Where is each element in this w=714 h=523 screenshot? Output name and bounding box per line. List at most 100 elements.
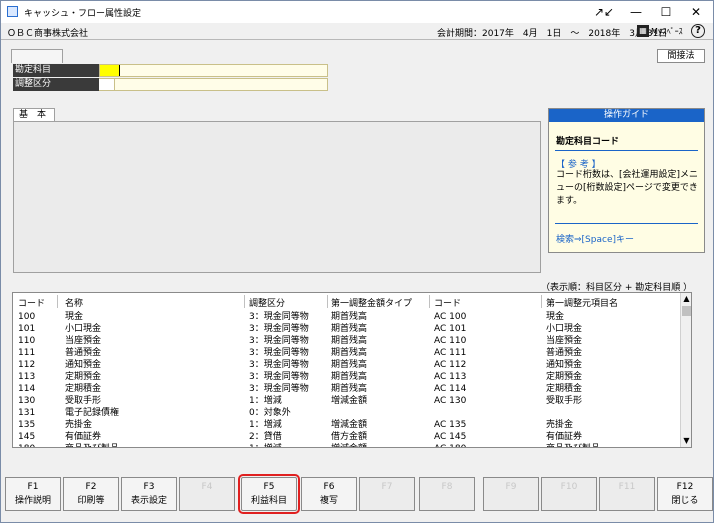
table-cell: AC 112 — [434, 360, 467, 370]
fkey-f6-button[interactable]: F6 複写 — [301, 477, 357, 511]
guide-title: 勘定科目コード — [556, 137, 620, 147]
table-cell: 期首残高 — [331, 348, 368, 358]
table-cell: 受取手形 — [65, 396, 102, 406]
column-divider — [57, 295, 58, 308]
table-cell: 増減金額 — [331, 420, 368, 430]
guide-description: コード桁数は、[会社運用設定]メニューの[桁数設定]ページで変更できます。 — [556, 170, 699, 206]
window-title: キャッシュ・フロー属性設定 — [24, 9, 142, 19]
table-cell: 1：増減 — [249, 420, 282, 430]
title-bar: キャッシュ・フロー属性設定 ↗↙ — ☐ ✕ — [1, 1, 713, 23]
adjust-field[interactable] — [99, 78, 328, 91]
column-header[interactable]: 調整区分 — [249, 296, 285, 309]
table-cell: 増減金額 — [331, 396, 368, 406]
table-row[interactable]: 114 定期積金 3：現金同等物 期首残高 AC 114 定期積金 — [13, 383, 681, 395]
fkey-f5-button[interactable]: F5 利益科目 — [238, 474, 300, 514]
table-row[interactable]: 131 電子記録債権 0：対象外 — [13, 407, 681, 419]
table-cell: 小口現金 — [65, 324, 102, 334]
column-header[interactable]: コード — [434, 296, 461, 309]
table-cell: 期首残高 — [331, 372, 368, 382]
table-cell: AC 145 — [434, 432, 467, 442]
vertical-scrollbar[interactable]: ▲ ▼ — [680, 293, 691, 447]
myspace-link[interactable]: Myｽﾍﾟｰｽ — [651, 26, 683, 37]
scroll-thumb[interactable] — [682, 306, 691, 316]
table-cell: 3：現金同等物 — [249, 384, 309, 394]
minimize-button[interactable]: — — [621, 1, 651, 23]
table-cell: 電子記録債権 — [65, 408, 120, 418]
table-cell: 増減金額 — [331, 443, 367, 447]
fkey-f12-button[interactable]: F12 閉じる — [657, 477, 713, 511]
guide-header: 操作ガイド — [549, 109, 704, 122]
table-row[interactable]: 130 受取手形 1：増減 増減金額 AC 130 受取手形 — [13, 395, 681, 407]
scroll-up-icon[interactable]: ▲ — [681, 293, 691, 305]
table-row[interactable]: 145 有価証券 2：貸借 借方金額 AC 145 有価証券 — [13, 431, 681, 443]
indirect-method-button[interactable]: 間接法 — [657, 49, 705, 63]
function-key-bar: F1 操作説明 F2 印刷等 F3 表示設定 F4 F5 利益科目 F6 複写 F7 F8 F9 F10 F1… — [5, 474, 713, 514]
fkey-key-label: F7 — [381, 482, 393, 492]
fkey-f1-button[interactable]: F1 操作説明 — [5, 477, 61, 511]
fkey-f11-button: F11 — [599, 477, 655, 511]
table-cell: 3：現金同等物 — [249, 312, 309, 322]
table-row[interactable]: 135 売掛金 1：増減 増減金額 AC 135 売掛金 — [13, 419, 681, 431]
fkey-f3-button[interactable]: F3 表示設定 — [121, 477, 177, 511]
close-button[interactable]: ✕ — [681, 1, 711, 23]
table-cell: 通知預金 — [546, 360, 583, 370]
table-cell: 小口現金 — [546, 324, 583, 334]
expand-icon[interactable]: ↗↙ — [589, 1, 619, 23]
fkey-key-label: F10 — [560, 482, 578, 492]
table-cell: 商品及び製品 — [65, 443, 119, 447]
table-row[interactable]: 111 普通預金 3：現金同等物 期首残高 AC 111 普通預金 — [13, 347, 681, 359]
account-table: コード 名称 調整区分 第一調整金額タイプ コード 第一調整元項目名 100 現金… — [12, 292, 692, 448]
fkey-action-label: 閉じる — [671, 496, 699, 506]
guide-divider — [555, 223, 698, 224]
table-cell: 3：現金同等物 — [249, 360, 309, 370]
table-row[interactable]: 180 商品及び製品 1：増減 増減金額 AC 180 商品及び製品 — [13, 443, 681, 447]
table-cell: 0：対象外 — [249, 408, 291, 418]
fkey-key-label: F4 — [201, 482, 213, 492]
fkey-key-label: F6 — [323, 482, 335, 492]
fkey-f2-button[interactable]: F2 印刷等 — [63, 477, 119, 511]
table-row[interactable]: 101 小口現金 3：現金同等物 期首残高 AC 101 小口現金 — [13, 323, 681, 335]
adjust-code-input[interactable] — [99, 79, 115, 90]
table-cell: 普通預金 — [546, 348, 583, 358]
basic-panel — [13, 121, 541, 273]
column-header[interactable]: コード — [18, 296, 45, 309]
table-cell: 定期積金 — [65, 384, 102, 394]
table-row[interactable]: 100 現金 3：現金同等物 期首残高 AC 100 現金 — [13, 311, 681, 323]
table-cell: 売掛金 — [546, 420, 574, 430]
table-cell: 現金 — [546, 312, 565, 322]
table-cell: 商品及び製品 — [546, 443, 600, 447]
table-cell: 131 — [18, 408, 36, 418]
account-code-input[interactable] — [100, 65, 120, 76]
help-icon[interactable]: ? — [691, 24, 705, 38]
column-header[interactable]: 名称 — [65, 296, 83, 309]
table-cell: 現金 — [65, 312, 84, 322]
fkey-key-label: F1 — [27, 482, 39, 492]
table-row[interactable]: 112 通知預金 3：現金同等物 期首残高 AC 112 通知預金 — [13, 359, 681, 371]
column-header[interactable]: 第一調整元項目名 — [546, 296, 618, 309]
maximize-button[interactable]: ☐ — [651, 1, 681, 23]
table-row[interactable]: 113 定期預金 3：現金同等物 期首残高 AC 113 定期預金 — [13, 371, 681, 383]
table-cell: 3：現金同等物 — [249, 324, 309, 334]
fkey-key-label: F2 — [85, 482, 97, 492]
scroll-down-icon[interactable]: ▼ — [681, 435, 691, 447]
column-divider — [327, 295, 328, 308]
tab-basic[interactable]: 基 本 — [13, 108, 55, 122]
table-cell: 期首残高 — [331, 324, 368, 334]
table-cell: AC 135 — [434, 420, 467, 430]
table-cell: 当座預金 — [546, 336, 583, 346]
table-cell: AC 101 — [434, 324, 467, 334]
fkey-key-label: F8 — [441, 482, 453, 492]
table-cell: 2：貸借 — [249, 432, 282, 442]
table-cell: 101 — [18, 324, 36, 334]
myspace-icon[interactable]: ▦ — [637, 25, 649, 37]
account-field[interactable] — [99, 64, 328, 77]
column-header[interactable]: 第一調整金額タイプ — [331, 296, 412, 309]
fkey-key-label: F5 — [263, 482, 275, 492]
table-cell: 110 — [18, 336, 36, 346]
column-divider — [244, 295, 245, 308]
table-row[interactable]: 110 当座預金 3：現金同等物 期首残高 AC 110 当座預金 — [13, 335, 681, 347]
adjust-label: 調整区分 — [13, 78, 99, 91]
table-cell: AC 100 — [434, 312, 467, 322]
table-cell: 145 — [18, 432, 36, 442]
table-cell: AC 114 — [434, 384, 467, 394]
